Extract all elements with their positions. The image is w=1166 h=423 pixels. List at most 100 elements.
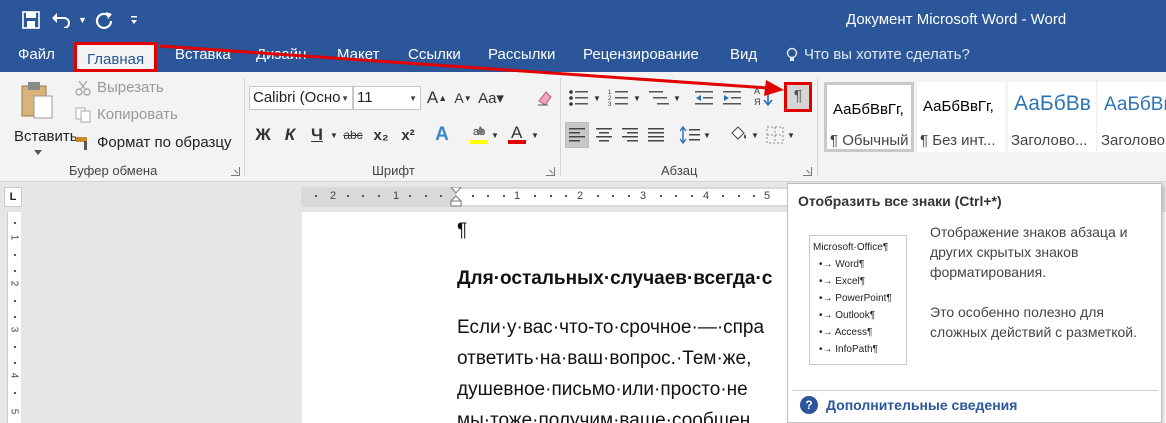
- tooltip-help-link[interactable]: ? Дополнительные сведения: [800, 396, 1017, 414]
- ruler-tick: [315, 195, 317, 197]
- tab-references[interactable]: Ссылки: [408, 46, 461, 68]
- bold-button[interactable]: Ж: [252, 123, 274, 147]
- font-size-combo[interactable]: 11 ▼: [353, 86, 421, 110]
- ruler-number: 2: [577, 190, 584, 202]
- shading-icon[interactable]: [728, 122, 750, 146]
- ruler-number: 2: [8, 280, 20, 287]
- change-case-icon[interactable]: Aa▾: [478, 86, 504, 110]
- font-color-dropdown-icon[interactable]: ▼: [530, 123, 540, 147]
- font-launcher-icon[interactable]: [546, 167, 555, 176]
- strikethrough-button[interactable]: abc: [340, 123, 366, 147]
- grow-font-icon[interactable]: A ▲: [426, 86, 448, 110]
- paste-button[interactable]: Вставить: [8, 78, 78, 158]
- ruler-number: 5: [764, 190, 771, 202]
- numbering-icon[interactable]: 123: [606, 86, 632, 110]
- font-color-icon[interactable]: A: [506, 122, 528, 146]
- ruler-tick: [440, 195, 442, 197]
- style-normal[interactable]: АаБбВвГг, ¶ Обычный: [824, 82, 914, 152]
- ruler-tick: [14, 392, 16, 394]
- superscript-button[interactable]: x²: [396, 123, 420, 147]
- ruler-tick: [628, 195, 630, 197]
- align-left-button[interactable]: [565, 122, 589, 148]
- cut-button[interactable]: Вырезать: [75, 79, 164, 96]
- indent-marker-icon[interactable]: [450, 187, 462, 207]
- tab-review[interactable]: Рецензирование: [583, 46, 699, 68]
- ruler-tick: [14, 362, 16, 364]
- tab-home[interactable]: Главная: [74, 42, 158, 72]
- tell-me-text: Что вы хотите сделать?: [804, 46, 970, 63]
- sort-icon[interactable]: AЯ: [752, 84, 776, 108]
- ruler-tick: [503, 195, 505, 197]
- document-line: ответить·на·ваш·вопрос.·Тем·же,: [457, 348, 752, 369]
- style-heading-1[interactable]: АаБбВв Заголово...: [1008, 82, 1096, 152]
- multilevel-list-icon[interactable]: [646, 86, 672, 110]
- tell-me-box[interactable]: Что вы хотите сделать?: [786, 46, 970, 63]
- vertical-ruler[interactable]: 1 2 3 4 5: [7, 212, 21, 423]
- subscript-button[interactable]: x₂: [369, 123, 393, 147]
- tab-file[interactable]: Файл: [18, 46, 55, 68]
- format-painter-button[interactable]: Формат по образцу: [75, 134, 232, 151]
- copy-button[interactable]: Копировать: [75, 106, 178, 123]
- line-spacing-icon[interactable]: [678, 123, 702, 147]
- show-formatting-marks-button[interactable]: ¶: [784, 82, 812, 112]
- customize-icon[interactable]: [121, 8, 147, 32]
- justify-icon[interactable]: [644, 123, 668, 147]
- ruler-tick: [675, 195, 677, 197]
- paste-label: Вставить: [14, 128, 78, 145]
- style-sample: АаБбВв: [1014, 92, 1091, 115]
- tab-mailings[interactable]: Рассылки: [488, 46, 555, 68]
- italic-button[interactable]: К: [279, 123, 301, 147]
- decrease-indent-icon[interactable]: [692, 86, 716, 110]
- line-spacing-dropdown-icon[interactable]: ▼: [702, 123, 712, 147]
- tab-insert[interactable]: Вставка: [175, 46, 231, 68]
- clear-formatting-icon[interactable]: [534, 86, 556, 110]
- align-right-icon[interactable]: [618, 123, 642, 147]
- ruler-number: 5: [8, 408, 20, 415]
- ruler-tick: [534, 195, 536, 197]
- clipboard-launcher-icon[interactable]: [231, 167, 240, 176]
- ruler-tick: [597, 195, 599, 197]
- numbering-dropdown-icon[interactable]: ▼: [632, 86, 642, 110]
- font-name-value: Calibri (Осно: [253, 89, 341, 106]
- underline-button[interactable]: Ч: [306, 123, 328, 147]
- tab-layout[interactable]: Макет: [337, 46, 379, 68]
- redo-icon[interactable]: [91, 8, 117, 32]
- tab-selector-button[interactable]: L: [4, 187, 22, 207]
- ruler-tick: [14, 222, 16, 224]
- highlight-dropdown-icon[interactable]: ▼: [490, 123, 500, 147]
- bullets-icon[interactable]: [566, 86, 592, 110]
- preview-line: •→ Outlook¶: [819, 310, 876, 321]
- ruler-tick: [409, 195, 411, 197]
- undo-dropdown-icon[interactable]: ▼: [78, 15, 87, 25]
- ruler-tick: [347, 195, 349, 197]
- increase-indent-icon[interactable]: [720, 86, 744, 110]
- underline-dropdown-icon[interactable]: ▼: [328, 123, 340, 147]
- style-heading-2[interactable]: АаБбВв Заголово...: [1098, 82, 1166, 152]
- ruler-tick: [753, 195, 755, 197]
- horizontal-ruler[interactable]: 2 1 1 2 3 4 5: [301, 187, 787, 207]
- style-no-spacing[interactable]: АаБбВвГг, ¶ Без инт...: [917, 82, 1005, 152]
- paste-dropdown-icon[interactable]: [34, 150, 42, 155]
- borders-dropdown-icon[interactable]: ▼: [786, 123, 796, 147]
- ruler-number: 3: [8, 326, 20, 333]
- shading-dropdown-icon[interactable]: ▼: [750, 123, 760, 147]
- ruler-number: 2: [330, 190, 337, 202]
- ribbon: Вставить Вырезать Копировать Формат по о…: [0, 72, 1166, 182]
- highlight-icon[interactable]: ab: [468, 122, 490, 146]
- ruler-tick: [14, 346, 16, 348]
- tab-design[interactable]: Дизайн: [256, 46, 306, 68]
- shrink-font-icon[interactable]: A ▼: [452, 86, 474, 110]
- borders-icon[interactable]: [764, 123, 786, 147]
- font-name-combo[interactable]: Calibri (Осно ▼: [249, 86, 353, 110]
- bullets-dropdown-icon[interactable]: ▼: [592, 86, 602, 110]
- multilevel-dropdown-icon[interactable]: ▼: [672, 86, 682, 110]
- text-effects-icon[interactable]: A: [432, 123, 452, 147]
- align-center-icon[interactable]: [592, 123, 616, 147]
- save-icon[interactable]: [18, 8, 44, 32]
- paragraph-launcher-icon[interactable]: [803, 167, 812, 176]
- ruler-tick: [565, 195, 567, 197]
- undo-icon[interactable]: [48, 8, 74, 32]
- style-sample: АаБбВв: [1104, 94, 1166, 115]
- tab-view[interactable]: Вид: [730, 46, 757, 68]
- tooltip-help-text: Дополнительные сведения: [826, 397, 1018, 413]
